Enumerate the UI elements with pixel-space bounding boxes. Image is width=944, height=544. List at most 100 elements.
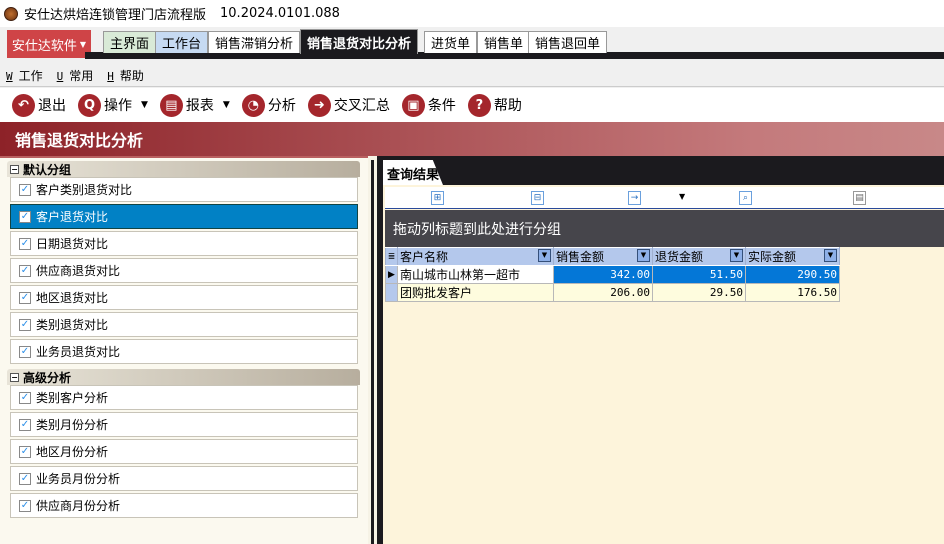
column-header-customer[interactable]: 客户名称 ▼ [397, 247, 554, 266]
checkbox-icon: ✓ [19, 418, 31, 431]
tab-purchase[interactable]: 进货单 [424, 31, 478, 53]
menu-common[interactable]: U 常用 [57, 67, 94, 84]
cross-summary-button[interactable]: ➜ 交叉汇总 [307, 93, 390, 117]
export-icon[interactable]: → [628, 191, 641, 205]
find-icon[interactable]: ⌕ [739, 191, 752, 205]
cell-returns[interactable]: 51.50 [652, 265, 746, 284]
column-header-actual[interactable]: 实际金额 ▼ [745, 247, 840, 266]
tab-workbench[interactable]: 工作台 [155, 31, 209, 53]
splitter-line [371, 160, 374, 544]
nav-item[interactable]: ✓ 类别月份分析 [10, 412, 358, 437]
analysis-nav-panel: − 默认分组 ✓ 客户类别退货对比 ✓ 客户退货对比 ✓ 日期退货对比 ✓ 供应商退货对比… [0, 156, 368, 544]
collapse-icon: − [10, 164, 19, 174]
exit-icon: ↶ [12, 93, 35, 117]
caret-down-icon: ▼ [79, 39, 87, 49]
operate-button[interactable]: Q 操作 ▼ [78, 93, 148, 117]
grid-menu-icon[interactable]: ≣ [385, 247, 398, 266]
result-body: ⊞ ⊟ → ▼ ⌕ ▤ 拖动列标题到此处进行分组 ≣ 客户名称 ▼ 销售金额 ▼ 退… [383, 185, 944, 544]
group-default[interactable]: − 默认分组 [7, 161, 360, 177]
cell-sales[interactable]: 342.00 [553, 265, 653, 284]
tab-query-result[interactable]: 查询结果 [383, 160, 443, 185]
brand-menu-button[interactable]: 安仕达软件 ▼ [7, 30, 91, 58]
app-logo-icon [4, 6, 18, 21]
nav-item[interactable]: ✓ 供应商退货对比 [10, 258, 358, 283]
analyze-button[interactable]: ◔ 分析 [241, 93, 296, 117]
column-header-returns[interactable]: 退货金额 ▼ [652, 247, 746, 266]
window-title: 安仕达烘焙连锁管理门店流程版 [24, 8, 207, 23]
collapse-icon: − [10, 372, 19, 382]
tab-sales[interactable]: 销售单 [477, 31, 531, 53]
nav-item[interactable]: ✓ 类别退货对比 [10, 312, 358, 337]
checkbox-icon: ✓ [19, 183, 31, 196]
filter-dropdown-icon[interactable]: ▼ [730, 249, 743, 262]
grid-toolbar: ⊞ ⊟ → ▼ ⌕ ▤ [385, 187, 944, 209]
exit-button[interactable]: ↶ 退出 [12, 93, 66, 117]
nav-item[interactable]: ✓ 业务员退货对比 [10, 339, 358, 364]
tab-bar-line [85, 52, 944, 59]
nav-item[interactable]: ✓ 业务员月份分析 [10, 466, 358, 491]
help-button[interactable]: ? 帮助 [467, 93, 522, 117]
nav-item[interactable]: ✓ 地区退货对比 [10, 285, 358, 310]
filter-dropdown-icon[interactable]: ▼ [637, 249, 650, 262]
table-row[interactable]: ▶ 南山城市山林第一超市 342.00 51.50 290.50 [385, 265, 840, 284]
checkbox-icon: ✓ [19, 345, 31, 358]
caret-down-icon: ▼ [222, 100, 230, 110]
menu-work[interactable]: W 工作 [6, 67, 43, 84]
caret-down-icon[interactable]: ▼ [679, 192, 685, 201]
row-indicator [385, 283, 398, 302]
checkbox-icon: ✓ [19, 499, 31, 512]
brand-label: 安仕达软件 [11, 38, 77, 54]
report-button[interactable]: ▤ 报表 ▼ [159, 93, 230, 117]
checkbox-icon: ✓ [19, 318, 31, 331]
checkbox-icon: ✓ [19, 472, 31, 485]
collapse-all-icon[interactable]: ⊟ [531, 191, 544, 205]
nav-item[interactable]: ✓ 类别客户分析 [10, 385, 358, 410]
result-grid: ≣ 客户名称 ▼ 销售金额 ▼ 退货金额 ▼ 实际金额 ▼ ▶ 南山城市山林第一超市 3… [385, 247, 840, 302]
title-bar: 安仕达烘焙连锁管理门店流程版 10.2024.0101.088 [0, 0, 944, 27]
cell-returns[interactable]: 29.50 [652, 283, 746, 302]
caret-down-icon: ▼ [141, 100, 148, 110]
group-advanced[interactable]: − 高级分析 [7, 369, 360, 385]
table-row[interactable]: 团购批发客户 206.00 29.50 176.50 [385, 283, 840, 302]
group-by-panel[interactable]: 拖动列标题到此处进行分组 [385, 210, 944, 247]
nav-item[interactable]: ✓ 地区月份分析 [10, 439, 358, 464]
cell-customer[interactable]: 团购批发客户 [397, 283, 554, 302]
checkbox-icon: ✓ [19, 210, 31, 223]
cell-sales[interactable]: 206.00 [553, 283, 653, 302]
nav-item[interactable]: ✓ 日期退货对比 [10, 231, 358, 256]
cell-actual[interactable]: 290.50 [745, 265, 840, 284]
tab-slow-sales[interactable]: 销售滞销分析 [208, 31, 301, 53]
menu-bar: W 工作 U 常用 H 帮助 [0, 64, 944, 87]
tab-return-compare[interactable]: 销售退货对比分析 [300, 29, 419, 54]
filter-dropdown-icon[interactable]: ▼ [824, 249, 837, 262]
version: 10.2024.0101.088 [220, 6, 340, 21]
cell-actual[interactable]: 176.50 [745, 283, 840, 302]
nav-item-selected[interactable]: ✓ 客户退货对比 [10, 204, 358, 229]
menu-help[interactable]: H 帮助 [107, 67, 144, 84]
checkbox-icon: ✓ [19, 391, 31, 404]
filter-dropdown-icon[interactable]: ▼ [538, 249, 551, 262]
nav-item[interactable]: ✓ 客户类别退货对比 [10, 177, 358, 202]
tab-row: 安仕达软件 ▼ 主界面 工作台 销售滞销分析 销售退货对比分析 进货单 销售单 销… [0, 27, 944, 62]
tab-sales-return[interactable]: 销售退回单 [528, 31, 608, 53]
result-panel: 查询结果 ⊞ ⊟ → ▼ ⌕ ▤ 拖动列标题到此处进行分组 ≣ 客户名称 ▼ 销售… [377, 156, 944, 544]
nav-item[interactable]: ✓ 供应商月份分析 [10, 493, 358, 518]
print-icon[interactable]: ▤ [853, 191, 866, 205]
tab-main[interactable]: 主界面 [103, 31, 157, 53]
checkbox-icon: ✓ [19, 264, 31, 277]
page-title: 销售退货对比分析 [0, 122, 944, 156]
toolbar: ↶ 退出 Q 操作 ▼ ▤ 报表 ▼ ◔ 分析 ➜ 交叉汇总 ▣ 条件 ? 帮助 [0, 88, 944, 122]
arrow-right-icon: ➜ [307, 93, 331, 117]
contact-card-icon: ▣ [401, 93, 425, 117]
checkbox-icon: ✓ [19, 237, 31, 250]
help-icon: ? [467, 93, 491, 117]
cell-customer[interactable]: 南山城市山林第一超市 [397, 265, 554, 284]
column-header-sales[interactable]: 销售金额 ▼ [553, 247, 653, 266]
pie-chart-icon: ◔ [241, 93, 265, 117]
checkbox-icon: ✓ [19, 445, 31, 458]
expand-icon[interactable]: ⊞ [431, 191, 444, 205]
checkbox-icon: ✓ [19, 291, 31, 304]
row-indicator-icon: ▶ [385, 265, 398, 284]
printer-icon: ▤ [159, 93, 183, 117]
condition-button[interactable]: ▣ 条件 [401, 93, 456, 117]
